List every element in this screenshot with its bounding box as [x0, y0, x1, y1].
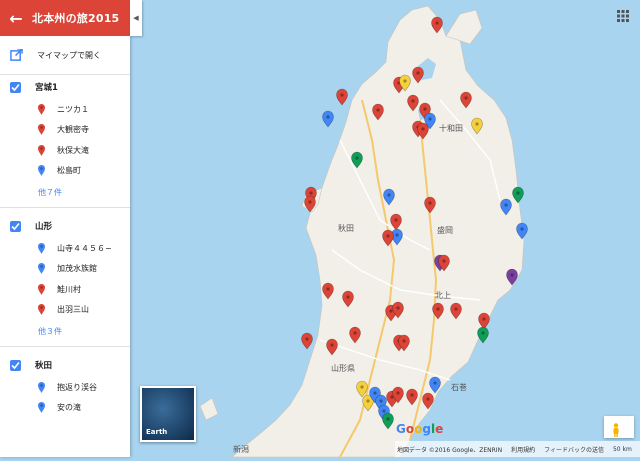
pin-icon	[38, 165, 45, 177]
divider	[0, 207, 130, 208]
back-arrow-icon[interactable]: ←	[0, 9, 32, 28]
layer-item-label: 加茂水族館	[57, 264, 97, 274]
layer-name: 宮城1	[35, 83, 58, 93]
pin-icon	[38, 124, 45, 136]
terms-link[interactable]: 利用規約	[511, 445, 535, 454]
layer-item[interactable]: ニツカ１	[0, 99, 130, 120]
place-label-kitakami: 北上	[435, 291, 451, 300]
layer-item[interactable]: 出羽三山	[0, 300, 130, 321]
layer-item[interactable]: 鮭川村	[0, 279, 130, 300]
layer-header[interactable]: 山形	[0, 214, 130, 238]
checkbox-checked-icon[interactable]	[10, 81, 21, 93]
layer-item[interactable]: 安の滝	[0, 398, 130, 419]
layer-name: 山形	[35, 222, 53, 232]
pin-icon	[38, 402, 45, 414]
map-attribution: 地図データ ©2016 Google、ZENRIN	[397, 446, 503, 454]
divider	[0, 346, 130, 347]
map-sidebar: ← 北本州の旅2015 マイマップで開く 宮城1 ニツカ１ 大観密寺秋保大滝松島町他…	[0, 0, 130, 457]
layer-item-label: 山寺４４５６−	[57, 243, 112, 253]
pegman-icon[interactable]	[612, 423, 620, 437]
place-label-towada: 十和田	[439, 123, 463, 133]
place-label-ishinomaki: 石巻	[451, 382, 467, 392]
layer-item-label: ニツカ１	[57, 104, 89, 114]
external-link-icon	[10, 48, 23, 61]
open-in-mymaps-label: マイマップで開く	[37, 50, 101, 60]
layer-list: 宮城1 ニツカ１ 大観密寺秋保大滝松島町他７件山形山寺４４５６− 加茂水族館鮭川村出羽…	[0, 75, 130, 418]
pin-icon	[38, 381, 45, 393]
pin-icon	[38, 103, 45, 115]
layer-header[interactable]: 秋田	[0, 353, 130, 377]
pin-icon	[38, 263, 45, 275]
layer-item[interactable]: 加茂水族館	[0, 259, 130, 280]
place-label-akita: 秋田	[338, 223, 354, 233]
layer-name: 秋田	[35, 361, 53, 371]
place-label-niigata: 新潟	[233, 444, 249, 454]
collapse-sidebar-button[interactable]: ◀	[130, 0, 142, 36]
layer-item-label: 松島町	[57, 166, 81, 176]
open-in-mymaps-button[interactable]: マイマップで開く	[0, 36, 130, 75]
layer-group: 宮城1 ニツカ１ 大観密寺秋保大滝松島町他７件	[0, 75, 130, 208]
layer-item-label: 出羽三山	[57, 305, 89, 315]
chevron-left-icon: ◀	[133, 14, 139, 22]
place-label-yamagata: 山形県	[331, 363, 355, 373]
layer-item[interactable]: 抱返り渓谷	[0, 377, 130, 398]
layer-group: 山形山寺４４５６− 加茂水族館鮭川村出羽三山他３件	[0, 214, 130, 347]
apps-grid-button[interactable]	[612, 6, 634, 26]
pin-icon	[38, 242, 45, 254]
show-more-link[interactable]: 他７件	[0, 181, 130, 203]
layer-item-label: 大観密寺	[57, 125, 89, 135]
place-label-morioka: 盛岡	[437, 225, 453, 235]
layer-header[interactable]: 宮城1	[0, 75, 130, 99]
grid-icon	[617, 10, 629, 22]
earth-label: Earth	[146, 428, 168, 436]
layer-item[interactable]: 山寺４４５６−	[0, 238, 130, 259]
layer-item[interactable]: 大観密寺	[0, 120, 130, 141]
pin-icon	[38, 144, 45, 156]
earth-view-toggle[interactable]: Earth	[140, 386, 196, 442]
google-logo: Google	[396, 422, 444, 436]
sidebar-header: ← 北本州の旅2015	[0, 0, 130, 36]
layer-group: 秋田抱返り渓谷安の滝	[0, 353, 130, 418]
pin-icon	[38, 304, 45, 316]
checkbox-checked-icon[interactable]	[10, 359, 21, 371]
layer-item[interactable]: 秋保大滝	[0, 140, 130, 161]
layer-item-label: 抱返り渓谷	[57, 382, 97, 392]
map-footer: 地図データ ©2016 Google、ZENRIN 利用規約 フィードバックの送…	[395, 441, 640, 457]
layer-item-label: 安の滝	[57, 403, 81, 413]
pin-icon	[38, 283, 45, 295]
layer-item-label: 秋保大滝	[57, 145, 89, 155]
layer-item-label: 鮭川村	[57, 284, 81, 294]
show-more-link[interactable]: 他３件	[0, 320, 130, 342]
feedback-link[interactable]: フィードバックの送信	[544, 445, 604, 454]
layer-item[interactable]: 松島町	[0, 161, 130, 182]
scale-label: 50 km	[612, 445, 632, 453]
checkbox-checked-icon[interactable]	[10, 220, 21, 232]
map-title: 北本州の旅2015	[32, 12, 120, 25]
